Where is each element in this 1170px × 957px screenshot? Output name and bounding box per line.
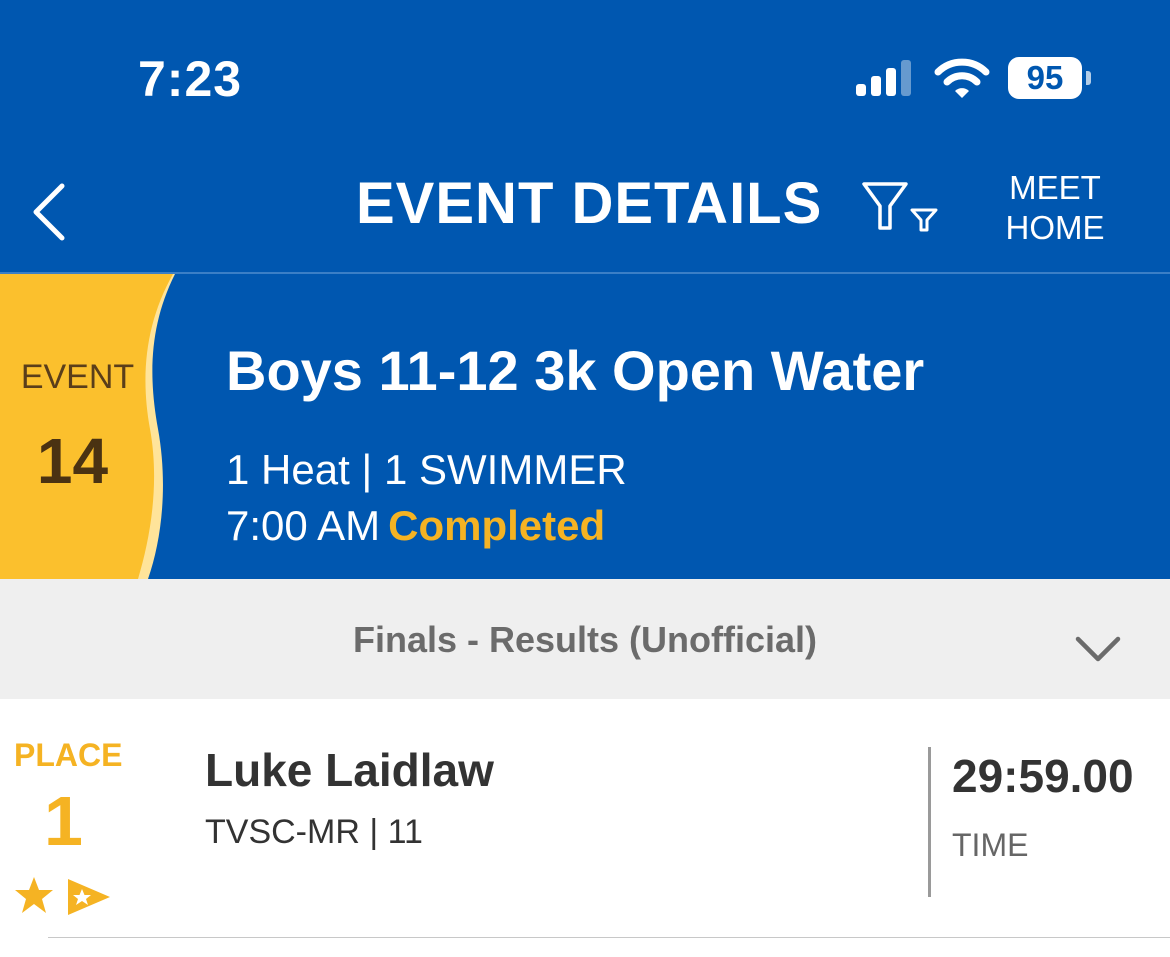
event-title: Boys 11-12 3k Open Water <box>226 339 925 402</box>
chevron-down-icon[interactable] <box>1074 631 1122 665</box>
star-icon <box>15 877 53 913</box>
meet-home-line1: MEET <box>1009 169 1101 206</box>
event-status: Completed <box>388 502 606 549</box>
flag-icon <box>68 879 110 915</box>
results-title: Finals - Results (Unofficial) <box>352 619 818 660</box>
event-heat-info: 1 Heat | 1 SWIMMER <box>226 446 627 493</box>
meet-home-button[interactable]: MEET HOME <box>996 168 1114 248</box>
swimmer-team-age: TVSC-MR | 11 <box>205 813 423 851</box>
event-time: 7:00 AM <box>226 502 381 549</box>
meet-home-line2: HOME <box>1005 209 1105 246</box>
battery-icon: 95 <box>1008 57 1092 99</box>
page-title: EVENT DETAILS <box>356 171 823 236</box>
app-header: 7:23 95 EVENT DETAILS MEET HOME <box>0 0 1170 272</box>
signal-icon <box>856 60 911 96</box>
event-label: EVENT <box>20 358 135 396</box>
event-number: 14 <box>36 425 109 497</box>
place-number: 1 <box>44 782 83 860</box>
event-summary: EVENT 14 Boys 11-12 3k Open Water 1 Heat… <box>0 274 1170 579</box>
battery-level: 95 <box>1026 59 1064 96</box>
status-time: 7:23 <box>138 51 243 107</box>
time-label: TIME <box>952 827 1029 863</box>
column-divider <box>928 747 931 897</box>
results-dropdown[interactable]: Finals - Results (Unofficial) <box>0 579 1170 699</box>
event-time-status: 7:00 AM Completed <box>226 502 605 550</box>
swimmer-name: Luke Laidlaw <box>205 744 494 796</box>
filter-icon[interactable] <box>862 180 940 234</box>
chevron-left-icon[interactable] <box>30 182 72 242</box>
result-row[interactable]: PLACE 1 Luke Laidlaw TVSC-MR | 11 29:59.… <box>0 699 1170 939</box>
wifi-icon <box>934 58 990 98</box>
place-label: PLACE <box>14 737 123 773</box>
swim-time: 29:59.00 <box>952 750 1134 802</box>
row-divider <box>48 937 1170 938</box>
